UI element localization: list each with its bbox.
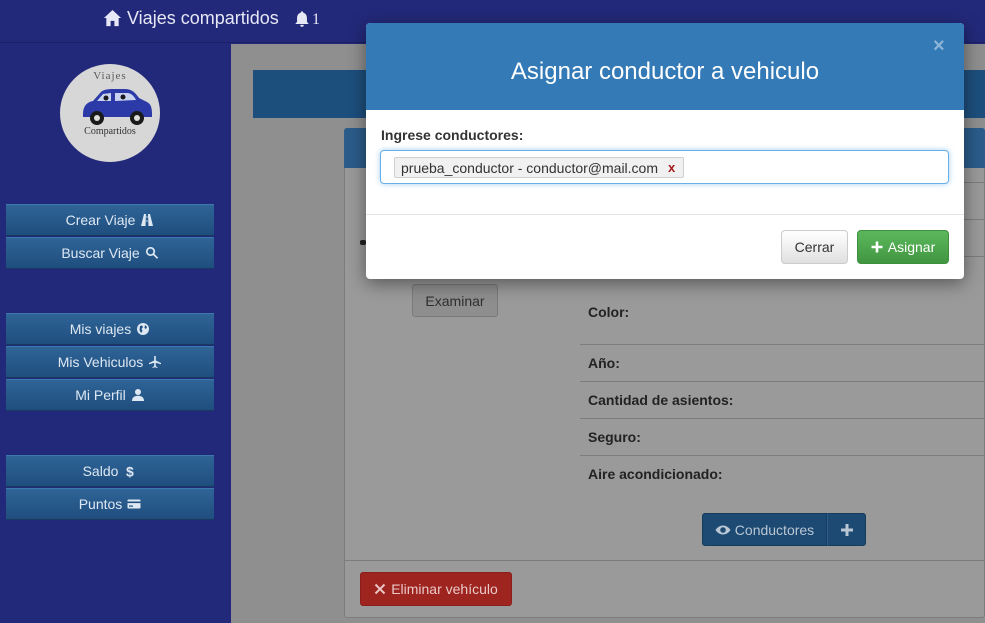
sidebar-item-saldo[interactable]: Saldo $ — [6, 455, 214, 487]
sidebar-item-puntos[interactable]: Puntos — [6, 488, 214, 520]
remove-icon — [374, 583, 386, 595]
table-divider — [580, 381, 985, 382]
panel-footer-divider — [345, 560, 985, 561]
logo-bottom-text: Compartidos — [84, 126, 136, 137]
sidebar-item-label: Mi Perfil — [75, 387, 126, 403]
dollar-icon: $ — [126, 464, 134, 478]
notifications-count: 1 — [312, 11, 320, 28]
assign-button[interactable]: Asignar — [857, 230, 949, 264]
sidebar-item-label: Puntos — [78, 496, 123, 512]
car-icon — [83, 89, 152, 125]
view-conductores-button[interactable]: Conductores — [702, 513, 827, 546]
table-divider — [580, 344, 985, 345]
sidebar-item-label: Crear Viaje — [65, 212, 136, 228]
sidebar-item-label: Mis Vehiculos — [57, 354, 144, 370]
field-label-asientos: Cantidad de asientos: — [588, 392, 734, 408]
brand-title: Viajes compartidos — [127, 8, 279, 28]
assign-driver-modal: Asignar conductor a vehiculo × Ingrese c… — [366, 23, 964, 279]
plane-icon — [149, 356, 162, 368]
conductores-tag-input[interactable]: prueba_conductor - conductor@mail.com x — [380, 150, 949, 184]
app-logo: Viajes Compartidos — [60, 64, 160, 162]
road-icon — [141, 214, 154, 226]
notifications-button[interactable]: 1 — [293, 8, 320, 29]
browse-file-button[interactable]: Examinar — [412, 284, 498, 317]
modal-footer-divider — [366, 214, 964, 215]
plus-icon — [840, 523, 853, 536]
modal-close-button[interactable]: × — [933, 36, 945, 56]
sidebar-item-mis-vehiculos[interactable]: Mis Vehiculos — [6, 346, 214, 378]
sidebar-item-buscar-viaje[interactable]: Buscar Viaje — [6, 237, 214, 269]
field-label-aire: Aire acondicionado: — [588, 466, 723, 482]
field-label-anio: Año: — [588, 355, 620, 371]
brand-link[interactable]: Viajes compartidos — [103, 8, 279, 29]
sidebar-item-label: Mis viajes — [69, 321, 132, 337]
plus-icon — [871, 241, 883, 253]
modal-header: Asignar conductor a vehiculo × — [366, 23, 964, 110]
logo-top-text: Viajes — [93, 70, 127, 82]
conductor-tag: prueba_conductor - conductor@mail.com x — [394, 157, 685, 178]
table-divider — [580, 455, 985, 456]
close-button[interactable]: Cerrar — [781, 230, 848, 264]
conductores-label: Conductores — [734, 521, 815, 538]
modal-title: Asignar conductor a vehiculo — [510, 58, 820, 85]
globe-icon — [137, 323, 150, 335]
eye-icon — [715, 525, 731, 534]
field-label-color: Color: — [588, 304, 630, 320]
user-icon — [131, 389, 144, 401]
sidebar-item-crear-viaje[interactable]: Crear Viaje — [6, 204, 214, 236]
bell-icon — [295, 10, 309, 27]
conductor-tag-text: prueba_conductor - conductor@mail.com — [401, 159, 659, 176]
home-icon — [103, 9, 122, 27]
svg-text:$: $ — [126, 464, 134, 478]
sidebar-item-mis-viajes[interactable]: Mis viajes — [6, 313, 214, 345]
sidebar-item-label: Buscar Viaje — [61, 245, 140, 261]
search-icon — [145, 246, 158, 259]
field-label-seguro: Seguro: — [588, 429, 641, 445]
add-conductor-button[interactable] — [827, 513, 866, 546]
assign-button-label: Asignar — [887, 239, 936, 255]
conductores-input-label: Ingrese conductores: — [381, 127, 524, 143]
conductores-button-group: Conductores — [702, 513, 866, 546]
delete-vehicle-label: Eliminar vehículo — [391, 581, 498, 597]
sidebar: Viajes Compartidos Crear Viaje Buscar Vi… — [0, 44, 231, 623]
delete-vehicle-button[interactable]: Eliminar vehículo — [360, 572, 512, 606]
tag-remove-button[interactable]: x — [668, 160, 675, 175]
sidebar-item-label: Saldo — [82, 463, 119, 479]
sidebar-item-mi-perfil[interactable]: Mi Perfil — [6, 379, 214, 411]
credit-card-icon — [127, 499, 141, 509]
table-divider — [580, 418, 985, 419]
